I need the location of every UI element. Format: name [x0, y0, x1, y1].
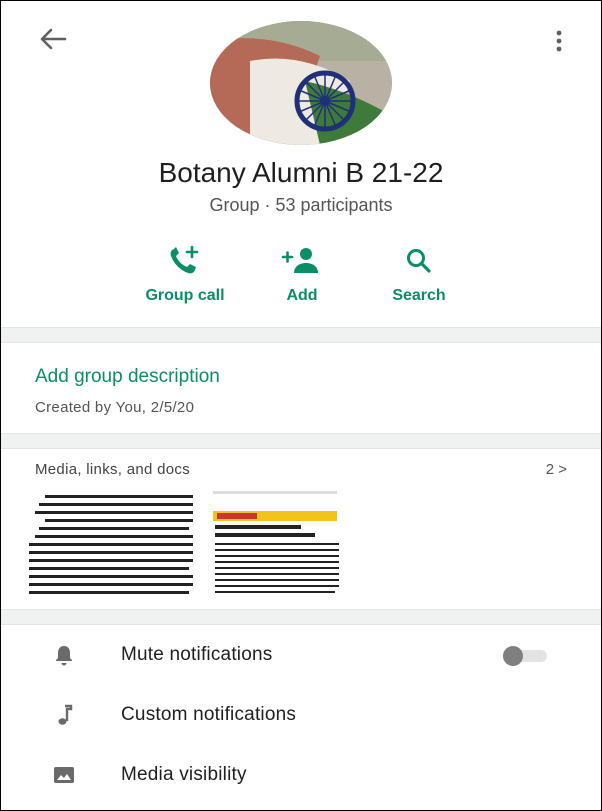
section-divider — [1, 327, 601, 343]
group-call-button[interactable]: Group call — [120, 243, 250, 305]
section-divider — [1, 433, 601, 449]
news-article-image — [205, 491, 345, 599]
media-visibility-row[interactable]: Media visibility — [1, 755, 601, 795]
media-links-docs-title[interactable]: Media, links, and docs — [35, 461, 190, 478]
image-icon — [54, 767, 74, 783]
mute-notifications-row[interactable]: Mute notifications — [1, 635, 601, 675]
group-call-label: Group call — [145, 287, 225, 304]
group-info-screen: Botany Alumni B 21-22 Group · 53 partici… — [0, 0, 602, 811]
music-note-icon — [58, 704, 73, 725]
search-button[interactable]: Search — [354, 243, 484, 305]
mute-notifications-label: Mute notifications — [121, 644, 273, 665]
add-participant-button[interactable]: Add — [237, 243, 367, 305]
bell-icon — [56, 646, 72, 666]
custom-notifications-label: Custom notifications — [121, 704, 297, 725]
arrow-left-icon — [40, 28, 67, 50]
media-thumbnail[interactable] — [25, 491, 197, 599]
more-options-button[interactable] — [549, 27, 569, 55]
group-name[interactable]: Botany Alumni B 21-22 — [1, 157, 601, 189]
add-participant-label: Add — [286, 287, 318, 304]
media-visibility-label: Media visibility — [121, 764, 247, 785]
custom-notifications-row[interactable]: Custom notifications — [1, 695, 601, 735]
flag-image — [210, 21, 392, 145]
media-thumbnail[interactable] — [205, 491, 345, 599]
created-by-text: Created by You, 2/5/20 — [35, 399, 195, 416]
search-icon — [407, 249, 431, 273]
mute-notifications-toggle[interactable] — [503, 646, 549, 666]
media-count[interactable]: 2 > — [546, 461, 567, 478]
group-avatar[interactable] — [210, 21, 392, 145]
group-participants: Group · 53 participants — [209, 195, 393, 215]
search-label: Search — [392, 287, 446, 304]
section-divider — [1, 609, 601, 625]
phone-add-icon — [170, 245, 199, 274]
back-button[interactable] — [37, 25, 69, 53]
newspaper-clipping-image — [29, 495, 193, 594]
person-add-icon — [281, 248, 318, 273]
add-group-description[interactable]: Add group description — [35, 366, 220, 388]
more-vertical-icon — [556, 30, 562, 52]
